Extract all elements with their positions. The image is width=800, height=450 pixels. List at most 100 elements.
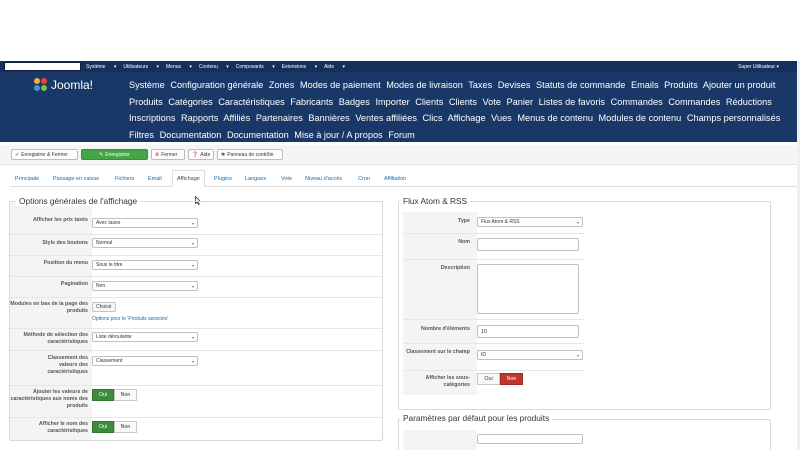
rss-subcats-no[interactable]: Non (500, 373, 523, 385)
submenu-item[interactable]: Taxes (468, 80, 492, 90)
show-name-no[interactable]: Non (114, 421, 137, 433)
submenu-item[interactable]: Menus de contenu (517, 113, 593, 123)
submenu-item[interactable]: Commandes (611, 97, 663, 107)
row-menu-position: Position du menu Sous le titre ▾ (10, 255, 382, 277)
menu-position-select[interactable]: Sous le titre ▾ (92, 260, 198, 270)
submenu-item[interactable]: Devises (498, 80, 531, 90)
user-menu[interactable]: Super Utilisateur ▾ (738, 61, 779, 72)
rss-count-label: Nombre d'éléments (421, 326, 470, 332)
search-input[interactable] (4, 62, 81, 71)
submenu-item[interactable]: Clics (423, 113, 443, 123)
tab-passage-en-caisse[interactable]: Passage en caisse (53, 170, 99, 187)
submenu-item[interactable]: Emails (631, 80, 659, 90)
submenu-item[interactable]: Zones (269, 80, 295, 90)
submenu-item[interactable]: Ajouter un produit (703, 80, 776, 90)
tab-affiliation[interactable]: Affiliation (384, 170, 406, 187)
submenu-item[interactable]: Commandes (668, 97, 720, 107)
submenu-item[interactable]: Champs personnalisés (687, 113, 780, 123)
rss-description-textarea[interactable] (477, 264, 579, 314)
menu-extensions[interactable]: Extensions ▾ (282, 64, 317, 70)
chevron-down-icon: ▾ (576, 220, 579, 225)
submenu-item[interactable]: Documentation (227, 130, 289, 140)
joomla-logo-text: Joomla! (51, 78, 94, 92)
submenu-item[interactable]: Affiliés (223, 113, 250, 123)
submenu-item[interactable]: Modes de paiement (300, 80, 381, 90)
menu-utilisateurs[interactable]: Utilisateurs ▾ (123, 64, 159, 70)
submenu-item[interactable]: Mise à jour / A propos (294, 130, 382, 140)
save-close-button[interactable]: ✔ Enregistrer & Fermer (11, 149, 78, 160)
submenu-item[interactable]: Modules de contenu (599, 113, 682, 123)
rss-name-input[interactable] (477, 238, 579, 251)
save-button[interactable]: ✎ Enregistrer (81, 149, 148, 160)
rss-count-input[interactable]: 10 (477, 325, 579, 338)
tab-affichage[interactable]: Affichage (172, 170, 205, 187)
submenu-item[interactable]: Configuration générale (170, 80, 263, 90)
selection-method-select[interactable]: Liste déroulante ▾ (92, 332, 198, 342)
submenu-item[interactable]: Clients (415, 97, 443, 107)
add-values-toggle[interactable]: Oui Non (92, 389, 137, 401)
tab-plugins[interactable]: Plugins (214, 170, 232, 187)
tab-email[interactable]: Email (148, 170, 162, 187)
submenu-item[interactable]: Statuts de commande (536, 80, 625, 90)
show-prices-select[interactable]: Avec taxes ▾ (92, 218, 198, 228)
submenu-item[interactable]: Clients (449, 97, 477, 107)
button-style-select[interactable]: Normal ▾ (92, 238, 198, 248)
pagination-select[interactable]: Non ▾ (92, 281, 198, 291)
menu-composants[interactable]: Composants ▾ (236, 64, 275, 70)
add-values-no[interactable]: Non (114, 389, 137, 401)
submenu-item[interactable]: Affichage (447, 113, 485, 123)
rss-subcats-yes[interactable]: Oui (477, 373, 500, 385)
tab-vote[interactable]: Vote (281, 170, 292, 187)
rss-subcats-toggle[interactable]: Oui Non (477, 373, 523, 385)
submenu-item[interactable]: Vues (491, 113, 512, 123)
menu-menus[interactable]: Menus ▾ (166, 64, 192, 70)
submenu-item[interactable]: Bannières (308, 113, 349, 123)
submenu-item[interactable]: Rapports (181, 113, 218, 123)
submenu-item[interactable]: Documentation (160, 130, 222, 140)
submenu-item[interactable]: Caractéristiques (218, 97, 284, 107)
rss-order-select[interactable]: ID ▾ (477, 350, 583, 360)
submenu-item[interactable]: Fabricants (290, 97, 333, 107)
tab-principale[interactable]: Principale (15, 170, 39, 187)
tab-niveau-acces[interactable]: Niveau d'accès (305, 170, 342, 187)
submenu-item[interactable]: Badges (339, 97, 370, 107)
submenu-item[interactable]: Forum (388, 130, 415, 140)
control-panel-button[interactable]: ✱ Panneau de contrôle (217, 149, 283, 160)
ranking-select[interactable]: Classement ▾ (92, 356, 198, 366)
row-add-values: Ajouter les valeurs de caractéristiques … (10, 385, 382, 417)
admin-menus: Système ▾ Utilisateurs ▾ Menus ▾ Contenu… (86, 61, 352, 72)
choose-button[interactable]: Choisir (92, 302, 116, 312)
product-defaults-select[interactable] (477, 434, 583, 444)
submenu-item[interactable]: Panier (507, 97, 534, 107)
related-products-options-link[interactable]: Options pour le 'Produits associés' (92, 316, 168, 322)
submenu-item[interactable]: Catégories (168, 97, 212, 107)
rss-type-select[interactable]: Flux Atom & RSS ▾ (477, 217, 583, 227)
menu-contenu[interactable]: Contenu ▾ (199, 64, 229, 70)
submenu-item[interactable]: Filtres (129, 130, 154, 140)
menu-systeme[interactable]: Système ▾ (86, 64, 116, 70)
ranking-value: Classement (96, 358, 123, 364)
question-icon: ❓ (192, 151, 199, 158)
show-name-toggle[interactable]: Oui Non (92, 421, 137, 433)
tab-fichiers[interactable]: Fichiers (115, 170, 134, 187)
submenu-item[interactable]: Vote (483, 97, 501, 107)
submenu-item[interactable]: Partenaires (256, 113, 303, 123)
menu-aide[interactable]: Aide ▾ (324, 64, 345, 70)
submenu-item[interactable]: Produits (129, 97, 163, 107)
submenu-item[interactable]: Produits (664, 80, 698, 90)
selection-method-label: Méthode de sélection des caractéristique… (23, 332, 88, 345)
check-icon: ✔ (15, 151, 20, 158)
show-name-yes[interactable]: Oui (92, 421, 114, 433)
submenu-item[interactable]: Listes de favoris (539, 97, 605, 107)
tab-cron[interactable]: Cron (358, 170, 370, 187)
submenu-item[interactable]: Modes de livraison (386, 80, 463, 90)
submenu-item[interactable]: Ventes affiliées (355, 113, 417, 123)
add-values-yes[interactable]: Oui (92, 389, 114, 401)
close-button[interactable]: ⊗ Fermer (151, 149, 185, 160)
tab-langues[interactable]: Langues (245, 170, 266, 187)
submenu-item[interactable]: Inscriptions (129, 113, 175, 123)
submenu-item[interactable]: Système (129, 80, 165, 90)
help-button[interactable]: ❓ Aide (188, 149, 214, 160)
submenu-item[interactable]: Importer (375, 97, 409, 107)
submenu-item[interactable]: Réductions (726, 97, 772, 107)
